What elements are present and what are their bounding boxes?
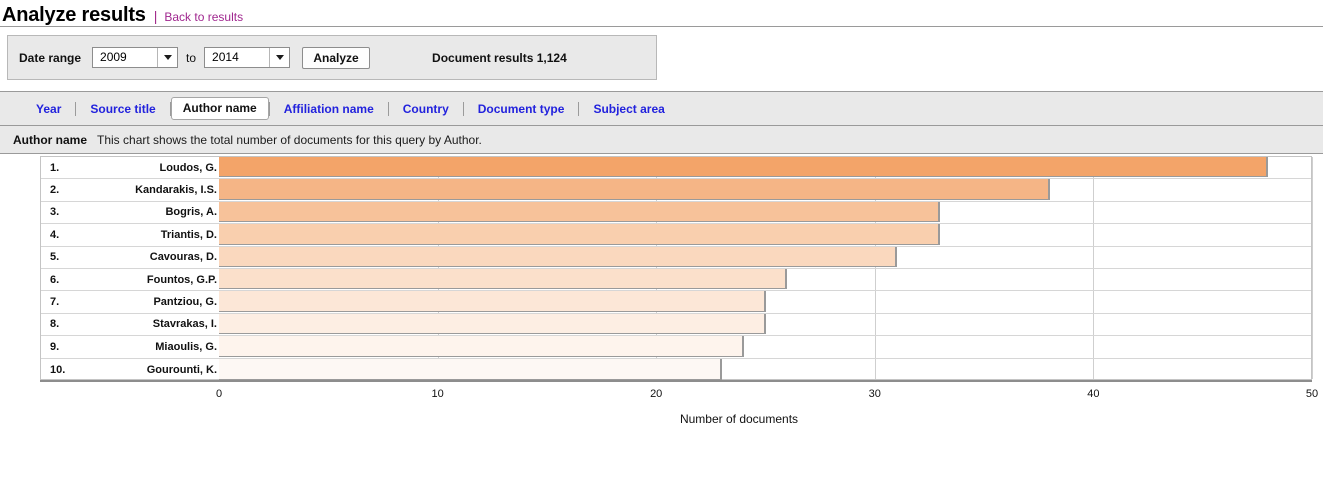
tab-label: Document type [477, 101, 565, 116]
tab-subject-area[interactable]: Subject area [579, 98, 678, 120]
chart-bar[interactable] [219, 201, 941, 223]
tab-source-title[interactable]: Source title [76, 98, 169, 120]
date-range-panel: Date range 2009 to 2014 Analyze Document… [7, 35, 657, 80]
chart-row-rank: 7. [50, 296, 60, 309]
chart-row-label: Cavouras, D. [149, 251, 217, 264]
chart-row[interactable]: 2. Kandarakis, I.S. [41, 179, 1311, 202]
chart-section-title: Author name [13, 132, 88, 147]
chart-bar[interactable] [219, 179, 1050, 200]
chart-row[interactable]: 5. Cavouras, D. [41, 246, 1311, 269]
x-axis-tick-labels: 0 10 20 30 40 50 [0, 388, 1323, 406]
chart-bar[interactable] [219, 336, 744, 357]
page-header: Analyze results | Back to results [0, 0, 1323, 26]
x-axis-tick: 20 [650, 388, 663, 400]
chart-row-rank: 1. [50, 161, 60, 174]
chart-row[interactable]: 7. Pantziou, G. [41, 291, 1311, 314]
date-range-section: Date range 2009 to 2014 Analyze Document… [0, 27, 1323, 80]
chart-row-rank: 2. [50, 184, 60, 197]
chart-section-description: This chart shows the total number of doc… [97, 132, 482, 147]
chart-section-header: Author name This chart shows the total n… [0, 126, 1323, 154]
tab-label: Year [36, 101, 62, 116]
tab-year[interactable]: Year [22, 98, 75, 120]
tab-author-name[interactable]: Author name [170, 97, 269, 120]
date-range-to-value: 2014 [212, 50, 239, 64]
tab-label: Country [402, 101, 449, 116]
tab-label: Source title [90, 101, 156, 116]
chart-gridline [1312, 157, 1313, 379]
chart-row-label: Bogris, A. [165, 206, 217, 219]
chart-bar[interactable] [219, 313, 766, 335]
page-title: Analyze results [2, 4, 146, 26]
chart-bar[interactable] [219, 224, 941, 245]
tab-label: Subject area [593, 101, 665, 116]
x-axis-tick: 50 [1305, 388, 1319, 400]
tab-affiliation-name[interactable]: Affiliation name [270, 98, 388, 120]
x-axis-tick: 30 [868, 388, 881, 400]
chevron-down-icon [269, 48, 289, 67]
chart-row-rank: 9. [50, 340, 60, 353]
date-range-to-select[interactable]: 2014 [204, 47, 291, 68]
date-range-to-label: to [186, 50, 197, 65]
chart-row[interactable]: 1. Loudos, G. [41, 157, 1311, 180]
chart-row-rank: 10. [50, 363, 66, 376]
title-separator: | [153, 8, 158, 24]
chart-row-label: Stavrakas, I. [152, 318, 217, 331]
chart-row-rank: 6. [50, 273, 60, 286]
chart-row[interactable]: 8. Stavrakas, I. [41, 313, 1311, 337]
x-axis-tick: 0 [215, 388, 223, 400]
x-axis-title: Number of documents [0, 412, 1323, 426]
x-axis-line [40, 380, 1312, 382]
x-axis-tick: 10 [431, 388, 444, 400]
chart-row[interactable]: 6. Fountos, G.P. [41, 269, 1311, 292]
x-axis-tick: 40 [1087, 388, 1100, 400]
chart-row-rank: 8. [50, 318, 60, 331]
chart-row-rank: 3. [50, 206, 60, 219]
x-axis-title-text: Number of documents [679, 412, 799, 426]
chart-row-label: Kandarakis, I.S. [135, 184, 217, 197]
author-name-bar-chart: 1. Loudos, G. 2. Kandarakis, I.S. 3. Bogris, … [0, 154, 1323, 444]
chart-row-label: Triantis, D. [160, 228, 217, 241]
chart-row[interactable]: 10. Gourounti, K. [41, 358, 1311, 381]
chart-row[interactable]: 9. Miaoulis, G. [41, 336, 1311, 359]
chart-row-rank: 4. [50, 228, 60, 241]
date-range-label: Date range [19, 50, 82, 65]
chart-row-label: Fountos, G.P. [146, 273, 217, 286]
date-range-from-value: 2009 [100, 50, 127, 64]
back-to-results-link[interactable]: Back to results [164, 10, 243, 24]
tab-country[interactable]: Country [389, 98, 463, 120]
chart-bar[interactable] [219, 246, 897, 267]
chart-bar[interactable] [219, 157, 1269, 178]
chart-plot-area: 1. Loudos, G. 2. Kandarakis, I.S. 3. Bogris, … [40, 156, 1313, 381]
chevron-down-icon [157, 48, 177, 67]
chart-bar[interactable] [219, 291, 766, 312]
analyze-button[interactable]: Analyze [302, 46, 371, 69]
date-range-from-select[interactable]: 2009 [92, 47, 179, 68]
chart-row[interactable]: 3. Bogris, A. [41, 201, 1311, 225]
chart-bar[interactable] [219, 269, 788, 290]
tab-label: Affiliation name [283, 101, 374, 116]
tab-label: Author name [182, 101, 257, 115]
chart-row-rank: 5. [50, 251, 60, 264]
tab-document-type[interactable]: Document type [464, 98, 579, 120]
chart-row-label: Loudos, G. [159, 161, 217, 174]
chart-row[interactable]: 4. Triantis, D. [41, 224, 1311, 247]
chart-row-label: Miaoulis, G. [155, 340, 217, 353]
chart-row-label: Gourounti, K. [146, 363, 217, 376]
analysis-tabs: Year Source title Author name Affiliation n… [0, 91, 1323, 126]
chart-bar[interactable] [219, 358, 722, 380]
chart-row-label: Pantziou, G. [153, 296, 217, 309]
document-results-count: Document results 1,124 [432, 50, 567, 65]
